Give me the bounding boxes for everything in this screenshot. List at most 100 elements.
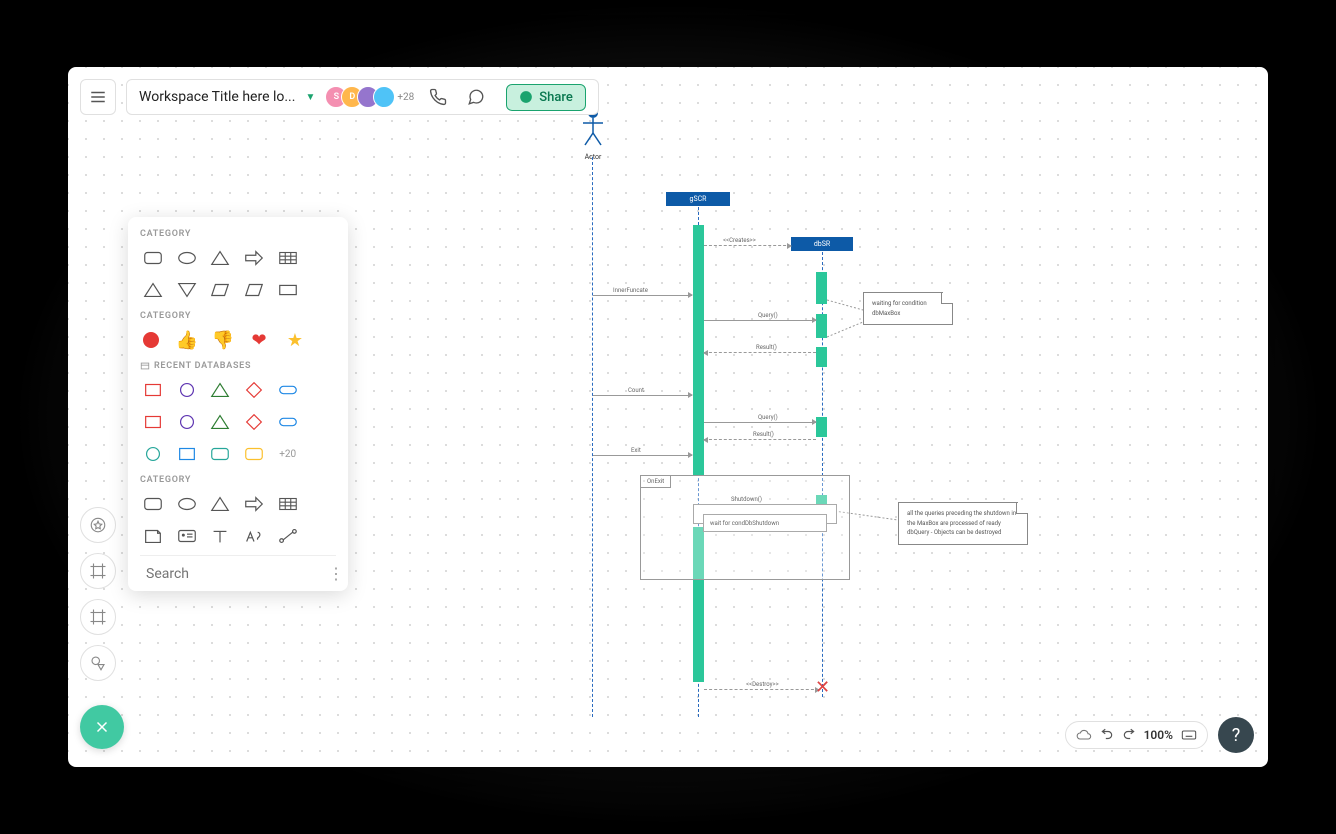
tool-shapes[interactable] bbox=[80, 645, 116, 681]
shape-arrow[interactable] bbox=[241, 247, 267, 269]
msg-label: Query() bbox=[758, 312, 778, 319]
msg-label: Exit bbox=[631, 447, 641, 454]
share-button[interactable]: Share bbox=[506, 84, 586, 111]
arrow-exit[interactable] bbox=[593, 455, 692, 456]
panel-more-menu[interactable]: ⋮ bbox=[324, 564, 348, 583]
actor[interactable]: Actor bbox=[578, 107, 608, 161]
msg-label: Query() bbox=[758, 414, 778, 421]
avatar-overflow[interactable]: +28 bbox=[397, 92, 414, 103]
db-shape-rounded-yellow[interactable] bbox=[241, 443, 267, 465]
undo-icon[interactable] bbox=[1100, 728, 1114, 742]
help-button[interactable]: ? bbox=[1218, 717, 1254, 753]
actor-label: Actor bbox=[578, 153, 608, 161]
db-shape-pill-blue[interactable] bbox=[275, 379, 301, 401]
activation-dbsr-2[interactable] bbox=[816, 314, 827, 338]
db-shape-rounded-teal[interactable] bbox=[207, 443, 233, 465]
shape-triangle[interactable] bbox=[207, 247, 233, 269]
activation-dbsr-4[interactable] bbox=[816, 417, 827, 437]
msg-wait: wait for condDbShutdown bbox=[710, 520, 779, 527]
reaction-star[interactable]: ★ bbox=[284, 329, 306, 351]
cloud-icon[interactable] bbox=[1076, 727, 1092, 743]
db-shape-diamond-red[interactable] bbox=[241, 379, 267, 401]
object-dbsr[interactable]: dbSR bbox=[791, 237, 853, 251]
shape-triangle[interactable] bbox=[207, 493, 233, 515]
more-shapes[interactable]: +20 bbox=[275, 443, 301, 465]
note-queries[interactable]: all the queries preceding the shutdown i… bbox=[898, 502, 1028, 545]
shape-ellipse[interactable] bbox=[174, 493, 200, 515]
category-label: CATEGORY bbox=[140, 229, 336, 239]
db-shape-rect-blue[interactable] bbox=[174, 443, 200, 465]
arrow-count[interactable] bbox=[593, 395, 692, 396]
db-shape-circle-purple-2[interactable] bbox=[174, 411, 200, 433]
db-shape-rect-red[interactable] bbox=[140, 379, 166, 401]
db-shape-pill-blue-2[interactable] bbox=[275, 411, 301, 433]
reaction-red-dot[interactable] bbox=[140, 329, 162, 351]
db-shape-circle-purple[interactable] bbox=[174, 379, 200, 401]
shape-connector[interactable] bbox=[275, 525, 301, 547]
status-pill: 100% bbox=[1065, 721, 1208, 749]
menu-button[interactable] bbox=[80, 79, 116, 115]
shape-ellipse[interactable] bbox=[174, 247, 200, 269]
shape-table[interactable] bbox=[275, 247, 301, 269]
arrow-result2[interactable] bbox=[704, 439, 816, 440]
msg-label: InnerFuncate bbox=[613, 287, 648, 294]
db-shape-diamond-red-2[interactable] bbox=[241, 411, 267, 433]
zoom-level[interactable]: 100% bbox=[1144, 728, 1173, 742]
shape-parallelogram[interactable] bbox=[207, 279, 233, 301]
call-button[interactable] bbox=[424, 83, 452, 111]
shape-rounded-rect[interactable] bbox=[140, 247, 166, 269]
lifeline-actor[interactable] bbox=[592, 157, 593, 717]
reaction-thumbs-up[interactable]: 👍 bbox=[176, 329, 198, 351]
close-fab[interactable] bbox=[80, 705, 124, 749]
shape-text[interactable] bbox=[207, 525, 233, 547]
reaction-heart[interactable]: ❤ bbox=[248, 329, 270, 351]
activation-dbsr-1[interactable] bbox=[816, 272, 827, 304]
fragment-label: OnExit bbox=[641, 476, 671, 488]
shape-panel: CATEGORY CATEGORY 👍 👎 ❤ ★ RECENT DATABAS… bbox=[128, 217, 348, 591]
tool-frame[interactable] bbox=[80, 553, 116, 589]
activation-dbsr-3[interactable] bbox=[816, 347, 827, 367]
db-shape-triangle-green[interactable] bbox=[207, 379, 233, 401]
app-window: { "header": { "workspace_title": "Worksp… bbox=[68, 67, 1268, 767]
category-label: CATEGORY bbox=[140, 475, 336, 485]
arrow-destroy[interactable] bbox=[704, 689, 819, 690]
chat-button[interactable] bbox=[462, 83, 490, 111]
title-dropdown-caret-icon[interactable]: ▼ bbox=[305, 92, 315, 103]
msg-label: Result() bbox=[756, 344, 777, 351]
reaction-thumbs-down[interactable]: 👎 bbox=[212, 329, 234, 351]
db-shape-rect-red-2[interactable] bbox=[140, 411, 166, 433]
redo-icon[interactable] bbox=[1122, 728, 1136, 742]
msg-label: Result() bbox=[753, 431, 774, 438]
shape-rect[interactable] bbox=[275, 279, 301, 301]
destroy-x-icon: ✕ bbox=[815, 677, 830, 698]
arrow-query[interactable] bbox=[704, 320, 816, 321]
shape-rounded-rect[interactable] bbox=[140, 493, 166, 515]
arrow-result[interactable] bbox=[704, 352, 816, 353]
msg-shutdown: Shutdown() bbox=[731, 496, 762, 503]
shape-arrow[interactable] bbox=[241, 493, 267, 515]
shape-search-input[interactable] bbox=[146, 566, 324, 582]
collaborator-avatars[interactable]: S D +28 bbox=[331, 86, 414, 108]
tool-frame-2[interactable] bbox=[80, 599, 116, 635]
fragment-onexit[interactable]: OnExit wait for condDbShutdown Shutdown(… bbox=[640, 475, 850, 580]
arrow-create[interactable] bbox=[704, 245, 791, 246]
shape-triangle-up[interactable] bbox=[140, 279, 166, 301]
arrow-innerexist[interactable] bbox=[593, 295, 692, 296]
db-shape-circle-teal[interactable] bbox=[140, 443, 166, 465]
avatar[interactable] bbox=[373, 86, 395, 108]
shape-note[interactable] bbox=[140, 525, 166, 547]
workspace-title[interactable]: Workspace Title here lo... bbox=[139, 89, 295, 105]
shape-table[interactable] bbox=[275, 493, 301, 515]
shape-card[interactable] bbox=[174, 525, 200, 547]
shape-parallelogram-2[interactable] bbox=[241, 279, 267, 301]
arrow-query2[interactable] bbox=[704, 422, 816, 423]
shape-pen[interactable] bbox=[241, 525, 267, 547]
object-gscr[interactable]: gSCR bbox=[666, 192, 730, 206]
keyboard-icon[interactable] bbox=[1181, 727, 1197, 743]
msg-label: <<Creates>> bbox=[723, 237, 756, 244]
shape-triangle-down[interactable] bbox=[174, 279, 200, 301]
note-waiting[interactable]: waiting for condition dbMaxBox bbox=[863, 292, 953, 325]
workspace-title-card: Workspace Title here lo... ▼ S D +28 Sha… bbox=[126, 79, 599, 115]
db-shape-triangle-green-2[interactable] bbox=[207, 411, 233, 433]
tool-star[interactable] bbox=[80, 507, 116, 543]
